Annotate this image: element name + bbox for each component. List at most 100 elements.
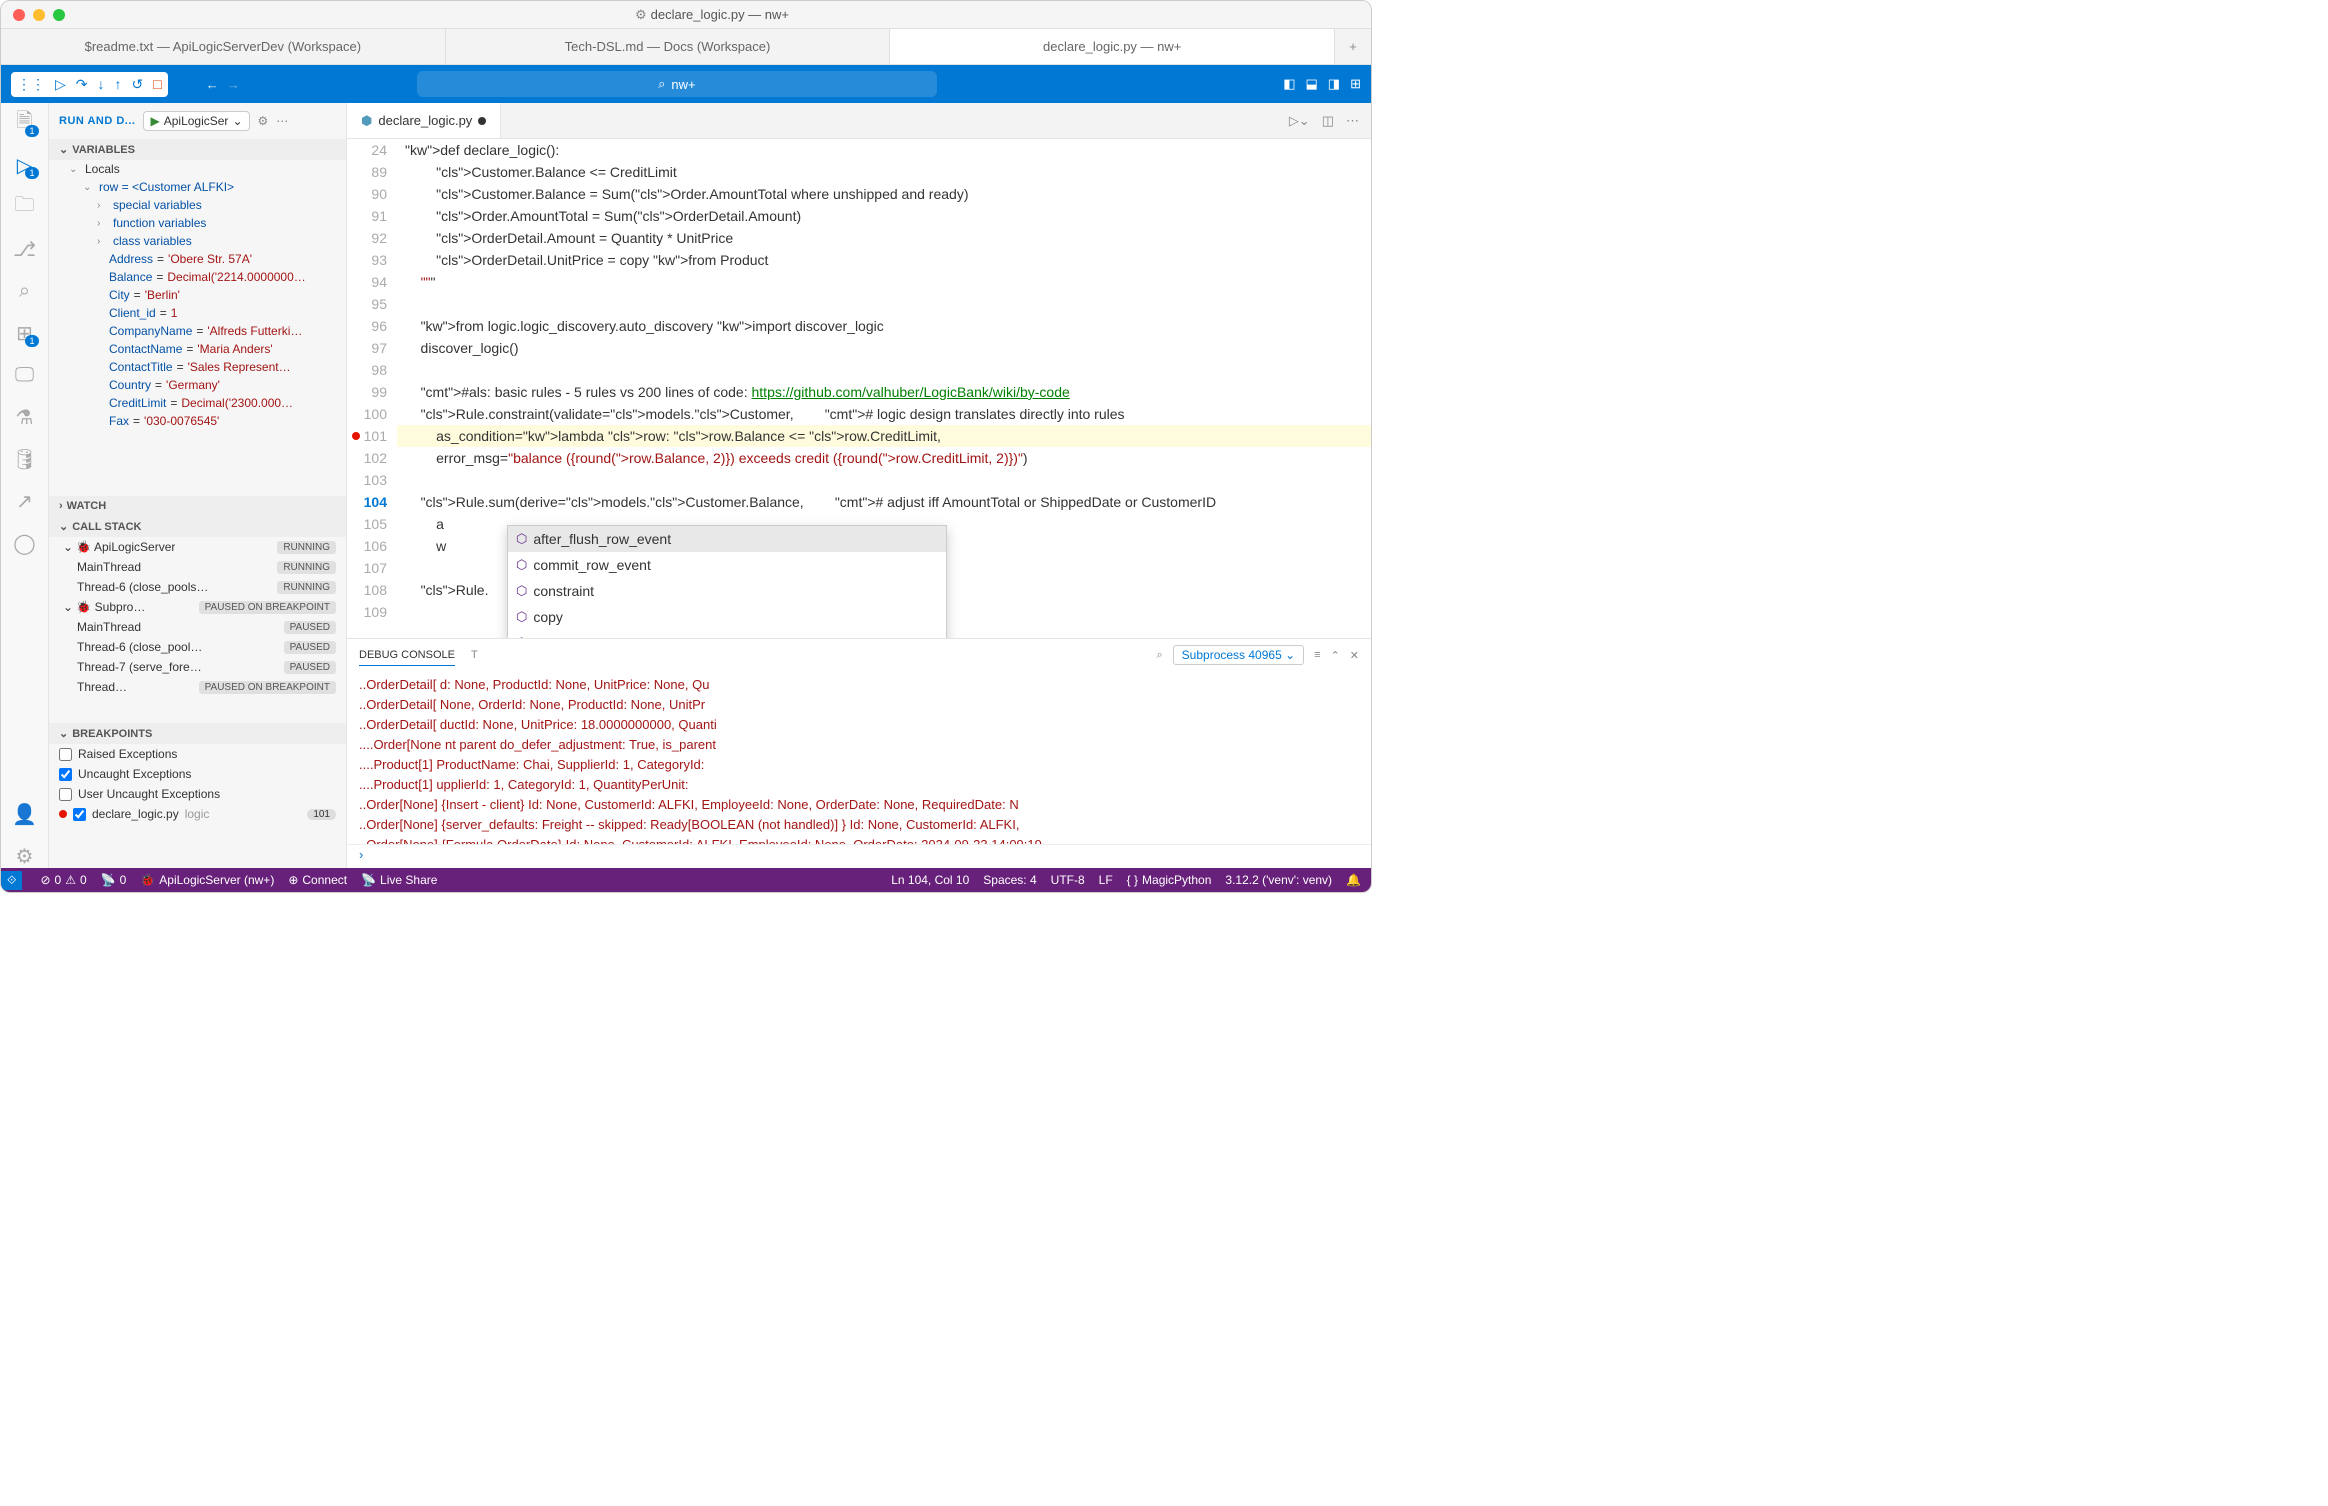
variable-item[interactable]: CreditLimit = Decimal('2300.000…	[49, 394, 346, 412]
problems-indicator[interactable]: ⊘ 0 ⚠ 0	[40, 873, 86, 887]
layout-icon[interactable]: ⊞	[1350, 76, 1361, 92]
breakpoint-checkbox[interactable]	[59, 768, 72, 781]
workspace-tab-readme[interactable]: $readme.txt — ApiLogicServerDev (Workspa…	[1, 29, 446, 64]
variable-item[interactable]: ContactTitle = 'Sales Represent…	[49, 358, 346, 376]
share-icon[interactable]: ↗	[13, 489, 37, 513]
callstack-item[interactable]: MainThreadPAUSED	[49, 617, 346, 637]
autocomplete-popup[interactable]: ⬡after_flush_row_event⬡commit_row_event⬡…	[507, 525, 947, 638]
liveshare-button[interactable]: 📡 Live Share	[361, 873, 437, 887]
breakpoint-option[interactable]: User Uncaught Exceptions	[49, 784, 346, 804]
database-icon[interactable]: 🛢	[13, 447, 37, 471]
breakpoint-checkbox[interactable]	[59, 788, 72, 801]
launch-config-select[interactable]: ▶ ApiLogicSer ⌄	[143, 111, 249, 131]
account-icon[interactable]: 👤	[13, 802, 37, 826]
cursor-position[interactable]: Ln 104, Col 10	[891, 873, 969, 887]
callstack-item[interactable]: Thread…PAUSED ON BREAKPOINT	[49, 677, 346, 697]
variable-item[interactable]: Address = 'Obere Str. 57A'	[49, 250, 346, 268]
minimize-window-icon[interactable]	[33, 9, 45, 21]
variable-item[interactable]: ContactName = 'Maria Anders'	[49, 340, 346, 358]
breakpoint-option[interactable]: Uncaught Exceptions	[49, 764, 346, 784]
variable-item[interactable]: Balance = Decimal('2214.0000000…	[49, 268, 346, 286]
file-tab-declare[interactable]: ⬢ declare_logic.py	[347, 103, 501, 138]
list-icon[interactable]: ≡	[1314, 649, 1320, 661]
autocomplete-item[interactable]: ⬡after_flush_row_event	[508, 526, 946, 552]
variable-item[interactable]: Fax = '030-0076545'	[49, 412, 346, 430]
breakpoint-option[interactable]: Raised Exceptions	[49, 744, 346, 764]
language-mode[interactable]: { } MagicPython	[1127, 873, 1212, 887]
restart-icon[interactable]: ↺	[132, 76, 144, 93]
encoding[interactable]: UTF-8	[1051, 873, 1085, 887]
debug-console-tab[interactable]: DEBUG CONSOLE	[359, 645, 455, 666]
gear-icon[interactable]: ⚙	[258, 114, 269, 128]
notifications-icon[interactable]: 🔔	[1346, 873, 1361, 887]
callstack-item[interactable]: Thread-6 (close_pools…RUNNING	[49, 577, 346, 597]
debug-icon[interactable]: ▷1	[13, 153, 37, 177]
scope-locals[interactable]: ⌄Locals	[49, 160, 346, 178]
panel-bottom-icon[interactable]: ⬓	[1305, 76, 1317, 92]
source-control-icon[interactable]: ⎇	[13, 237, 37, 261]
settings-icon[interactable]: ⚙	[13, 844, 37, 868]
variable-item[interactable]: CompanyName = 'Alfreds Futterki…	[49, 322, 346, 340]
python-interpreter[interactable]: 3.12.2 ('venv': venv)	[1225, 873, 1332, 887]
grip-icon[interactable]: ⋮⋮	[17, 76, 45, 93]
breakpoint-file[interactable]: declare_logic.py logic101	[49, 804, 346, 824]
autocomplete-item[interactable]: ⬡constraint	[508, 578, 946, 604]
remote-indicator[interactable]: ⟐	[1, 871, 22, 890]
step-into-icon[interactable]: ↓	[98, 76, 105, 92]
watch-section-header[interactable]: ›WATCH	[49, 496, 346, 516]
callstack-item[interactable]: Thread-6 (close_pool…PAUSED	[49, 637, 346, 657]
variable-item[interactable]: Country = 'Germany'	[49, 376, 346, 394]
autocomplete-item[interactable]: ⬡copy	[508, 604, 946, 630]
nav-back-icon[interactable]: ←	[206, 77, 219, 92]
autocomplete-item[interactable]: ⬡count	[508, 630, 946, 638]
debug-console-input[interactable]: ›	[347, 844, 1371, 868]
nav-forward-icon[interactable]: →	[227, 77, 240, 92]
variables-section-header[interactable]: ⌄VARIABLES	[49, 139, 346, 160]
maximize-window-icon[interactable]	[53, 9, 65, 21]
var-group[interactable]: ›class variables	[49, 232, 346, 250]
workspace-tab-techdsl[interactable]: Tech-DSL.md — Docs (Workspace)	[446, 29, 891, 64]
stop-icon[interactable]: □	[153, 76, 161, 92]
callstack-item[interactable]: Thread-7 (serve_fore…PAUSED	[49, 657, 346, 677]
panel-close-icon[interactable]: ✕	[1350, 649, 1359, 662]
callstack-item[interactable]: ⌄ 🐞 ApiLogicServerRUNNING	[49, 537, 346, 557]
var-group[interactable]: ›special variables	[49, 196, 346, 214]
extensions-icon[interactable]: ⊞1	[13, 321, 37, 345]
variable-item[interactable]: Client_id = 1	[49, 304, 346, 322]
ports-indicator[interactable]: 📡 0	[101, 873, 127, 887]
code-editor[interactable]: 2489909192939495969798991001011021031041…	[347, 139, 1371, 638]
workspace-tab-declare[interactable]: declare_logic.py — nw+	[890, 29, 1335, 64]
command-center[interactable]: ⌕ nw+	[417, 71, 937, 97]
testing-icon[interactable]: ⚗	[13, 405, 37, 429]
split-editor-icon[interactable]: ◫	[1322, 113, 1334, 129]
folder-icon[interactable]: 🗀	[13, 195, 37, 219]
callstack-item[interactable]: MainThreadRUNNING	[49, 557, 346, 577]
run-file-icon[interactable]: ▷⌄	[1289, 113, 1310, 129]
terminal-tab[interactable]: T	[471, 645, 478, 665]
editor-more-icon[interactable]: ⋯	[1346, 113, 1359, 129]
continue-icon[interactable]: ▷	[55, 76, 66, 93]
autocomplete-item[interactable]: ⬡commit_row_event	[508, 552, 946, 578]
callstack-section-header[interactable]: ⌄CALL STACK	[49, 516, 346, 537]
explorer-icon[interactable]: 🗎1	[13, 111, 37, 135]
more-icon[interactable]: ⋯	[276, 114, 288, 128]
breakpoint-checkbox[interactable]	[73, 808, 86, 821]
step-out-icon[interactable]: ↑	[115, 76, 122, 92]
subprocess-select[interactable]: Subprocess 40965 ⌄	[1173, 645, 1304, 665]
var-group[interactable]: ›function variables	[49, 214, 346, 232]
close-window-icon[interactable]	[13, 9, 25, 21]
new-tab-button[interactable]: +	[1335, 29, 1371, 64]
connect-button[interactable]: ⊕ Connect	[288, 873, 347, 887]
chevron-up-icon[interactable]: ⌃	[1331, 649, 1340, 662]
eol[interactable]: LF	[1099, 873, 1113, 887]
search-activity-icon[interactable]: ⌕	[13, 279, 37, 303]
github-icon[interactable]: ◯	[13, 531, 37, 555]
remote-icon[interactable]: 🖵	[13, 363, 37, 387]
step-over-icon[interactable]: ↷	[76, 76, 88, 93]
breakpoint-checkbox[interactable]	[59, 748, 72, 761]
indentation[interactable]: Spaces: 4	[983, 873, 1036, 887]
debug-target[interactable]: 🐞 ApiLogicServer (nw+)	[140, 873, 274, 887]
callstack-item[interactable]: ⌄ 🐞 Subpro…PAUSED ON BREAKPOINT	[49, 597, 346, 617]
filter-icon[interactable]: ⌕	[1157, 649, 1163, 662]
variable-item[interactable]: City = 'Berlin'	[49, 286, 346, 304]
